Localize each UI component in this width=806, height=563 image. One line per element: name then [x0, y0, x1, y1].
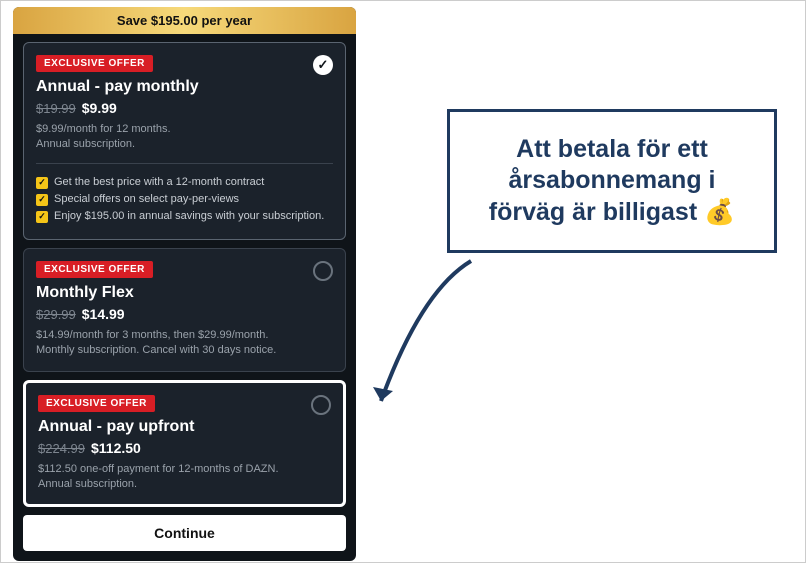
plan-title: Monthly Flex: [36, 284, 333, 302]
desc-line: Annual subscription.: [36, 137, 333, 152]
price-row: $224.99 $112.50: [38, 440, 331, 458]
continue-button[interactable]: Continue: [23, 515, 346, 551]
plan-radio[interactable]: [313, 261, 333, 281]
exclusive-badge: EXCLUSIVE OFFER: [36, 261, 153, 278]
plan-monthly-flex[interactable]: EXCLUSIVE OFFER Monthly Flex $29.99 $14.9…: [23, 248, 346, 372]
desc-line: Annual subscription.: [38, 477, 331, 492]
new-price: $112.50: [91, 440, 141, 456]
price-row: $29.99 $14.99: [36, 306, 333, 324]
plan-annual-monthly[interactable]: ✓ EXCLUSIVE OFFER Annual - pay monthly $…: [23, 42, 346, 240]
radio-empty-icon: [313, 261, 333, 281]
price-row: $19.99 $9.99: [36, 100, 333, 118]
plan-title: Annual - pay upfront: [38, 418, 331, 436]
desc-line: $14.99/month for 3 months, then $29.99/m…: [36, 328, 333, 343]
check-square-icon: ✓: [36, 211, 48, 223]
old-price: $29.99: [36, 307, 76, 322]
exclusive-badge: EXCLUSIVE OFFER: [38, 395, 155, 412]
desc-line: $9.99/month for 12 months.: [36, 122, 333, 137]
old-price: $224.99: [38, 441, 85, 456]
old-price: $19.99: [36, 101, 76, 116]
check-icon: ✓: [313, 55, 333, 75]
plan-desc: $14.99/month for 3 months, then $29.99/m…: [36, 328, 333, 359]
new-price: $14.99: [82, 306, 125, 322]
exclusive-badge: EXCLUSIVE OFFER: [36, 55, 153, 72]
benefits-list: ✓ Get the best price with a 12-month con…: [36, 163, 333, 223]
benefit-text: Special offers on select pay-per-views: [54, 193, 239, 205]
desc-line: $112.50 one-off payment for 12-months of…: [38, 462, 331, 477]
plan-radio-selected[interactable]: ✓: [313, 55, 333, 75]
benefit-item: ✓ Get the best price with a 12-month con…: [36, 176, 333, 189]
arrow-icon: [361, 251, 501, 421]
save-banner: Save $195.00 per year: [13, 7, 356, 34]
pricing-panel: Save $195.00 per year ✓ EXCLUSIVE OFFER …: [13, 7, 356, 561]
plan-annual-upfront[interactable]: EXCLUSIVE OFFER Annual - pay upfront $22…: [23, 380, 346, 508]
new-price: $9.99: [82, 100, 117, 116]
annotation-callout: Att betala för ett årsabonnemang i förvä…: [447, 109, 777, 253]
plan-title: Annual - pay monthly: [36, 78, 333, 96]
radio-empty-icon: [311, 395, 331, 415]
plan-radio[interactable]: [311, 395, 331, 415]
check-square-icon: ✓: [36, 177, 48, 189]
benefit-text: Get the best price with a 12-month contr…: [54, 176, 264, 188]
check-square-icon: ✓: [36, 194, 48, 206]
benefit-item: ✓ Enjoy $195.00 in annual savings with y…: [36, 210, 333, 223]
desc-line: Monthly subscription. Cancel with 30 day…: [36, 343, 333, 358]
plan-desc: $9.99/month for 12 months. Annual subscr…: [36, 122, 333, 153]
plan-desc: $112.50 one-off payment for 12-months of…: [38, 462, 331, 493]
benefit-item: ✓ Special offers on select pay-per-views: [36, 193, 333, 206]
benefit-text: Enjoy $195.00 in annual savings with you…: [54, 210, 324, 222]
